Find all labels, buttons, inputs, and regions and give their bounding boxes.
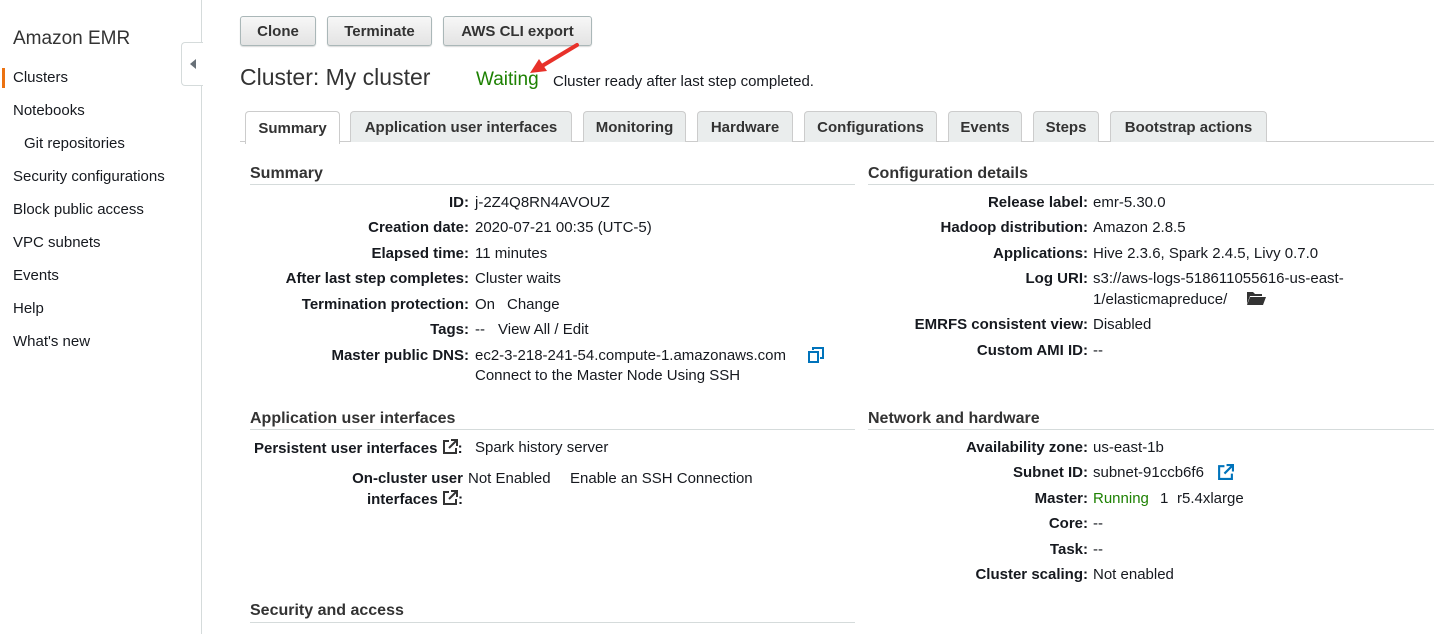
- on-cluster-ui-colon: :: [458, 491, 463, 508]
- sidebar-title: Amazon EMR: [13, 28, 131, 49]
- emrfs-label: EMRFS consistent view:: [914, 316, 1088, 333]
- hadoop-distribution-value: Amazon 2.8.5: [1093, 219, 1186, 236]
- on-cluster-ui-label-line1: On-cluster user: [352, 470, 463, 487]
- tab-monitoring[interactable]: Monitoring: [583, 111, 686, 142]
- release-label-value: emr-5.30.0: [1093, 194, 1166, 211]
- tab-steps[interactable]: Steps: [1033, 111, 1099, 142]
- app-ui-section-title: Application user interfaces: [250, 410, 456, 427]
- emrfs-value: Disabled: [1093, 316, 1152, 333]
- page-title: Cluster: My cluster: [240, 64, 431, 90]
- network-section-title: Network and hardware: [868, 410, 1040, 427]
- on-cluster-ui-label-line2: interfaces :: [367, 490, 463, 508]
- termination-protection-label: Termination protection:: [301, 296, 469, 313]
- elapsed-time: 11 minutes: [475, 245, 548, 262]
- sidebar-item-block-public-access[interactable]: Block public access: [13, 201, 144, 218]
- sidebar-item-git-repositories[interactable]: Git repositories: [24, 135, 125, 152]
- persistent-ui-label: Persistent user interfaces :: [254, 439, 463, 457]
- master-dns-value: ec2-3-218-241-54.compute-1.amazonaws.com: [475, 347, 786, 364]
- applications-label: Applications:: [992, 245, 1088, 262]
- task-label: Task:: [1049, 541, 1088, 558]
- cluster-scaling-label: Cluster scaling:: [975, 566, 1088, 583]
- configuration-section-title: Configuration details: [868, 165, 1028, 182]
- sidebar-item-notebooks[interactable]: Notebooks: [13, 102, 85, 119]
- release-label-label: Release label:: [987, 194, 1088, 211]
- subnet-id-link[interactable]: subnet-91ccb6f6: [1093, 464, 1204, 481]
- tags-label: Tags:: [430, 321, 469, 338]
- availability-zone-label: Availability zone:: [966, 439, 1088, 456]
- tab-events[interactable]: Events: [948, 111, 1022, 142]
- section-divider: [868, 429, 1434, 430]
- change-termination-link[interactable]: Change: [507, 296, 560, 313]
- sidebar-item-help[interactable]: Help: [13, 300, 44, 317]
- sidebar-collapse-button[interactable]: [181, 42, 203, 86]
- id-label: ID:: [449, 194, 469, 211]
- caret-left-icon: [189, 59, 196, 69]
- master-dns-label: Master public DNS:: [331, 347, 469, 364]
- log-uri-line2: 1/elasticmapreduce/: [1093, 291, 1228, 308]
- creation-date-label: Creation date:: [368, 219, 469, 236]
- after-last-step-value: Cluster waits: [475, 270, 561, 287]
- availability-zone-value: us-east-1b: [1093, 439, 1164, 456]
- section-divider: [250, 622, 855, 623]
- on-cluster-ui-value: Not Enabled: [468, 470, 551, 487]
- on-cluster-ui-label-text: interfaces: [366, 491, 438, 508]
- view-all-edit-tags-link[interactable]: View All / Edit: [498, 321, 589, 338]
- master-instance-type: r5.4xlarge: [1177, 490, 1244, 507]
- tab-hardware[interactable]: Hardware: [697, 111, 793, 142]
- sidebar-item-security-configurations[interactable]: Security configurations: [13, 168, 165, 185]
- tab-bootstrap-actions[interactable]: Bootstrap actions: [1110, 111, 1267, 142]
- tab-configurations[interactable]: Configurations: [804, 111, 937, 142]
- applications-value: Hive 2.3.6, Spark 2.4.5, Livy 0.7.0: [1093, 245, 1319, 262]
- connect-ssh-link[interactable]: Connect to the Master Node Using SSH: [475, 367, 740, 384]
- cluster-scaling-value: Not enabled: [1093, 566, 1174, 583]
- active-indicator: [2, 68, 5, 88]
- tab-summary[interactable]: Summary: [245, 111, 340, 144]
- tab-application-user-interfaces[interactable]: Application user interfaces: [350, 111, 572, 142]
- status-description: Cluster ready after last step completed.: [553, 73, 814, 90]
- persistent-ui-colon: :: [457, 440, 463, 457]
- sidebar-item-clusters[interactable]: Clusters: [13, 69, 68, 86]
- copy-icon[interactable]: [808, 347, 824, 363]
- sidebar-item-whats-new[interactable]: What's new: [13, 333, 90, 350]
- core-value: --: [1093, 515, 1103, 532]
- custom-ami-value: --: [1093, 342, 1103, 359]
- security-section-title: Security and access: [250, 602, 404, 619]
- external-link-icon[interactable]: [1217, 464, 1234, 481]
- tags-value: --: [475, 321, 485, 338]
- terminate-button[interactable]: Terminate: [327, 16, 432, 46]
- sidebar-item-events[interactable]: Events: [13, 267, 59, 284]
- sidebar-item-vpc-subnets[interactable]: VPC subnets: [13, 234, 101, 251]
- enable-ssh-connection-link[interactable]: Enable an SSH Connection: [570, 470, 753, 487]
- hadoop-distribution-label: Hadoop distribution:: [940, 219, 1088, 236]
- external-link-icon: [443, 490, 458, 505]
- master-status: Running: [1093, 490, 1149, 507]
- master-label: Master:: [1034, 490, 1088, 507]
- elapsed-time-label: Elapsed time:: [371, 245, 469, 262]
- external-link-icon: [442, 439, 458, 454]
- cluster-id: j-2Z4Q8RN4AVOUZ: [475, 194, 610, 211]
- spark-history-server-link[interactable]: Spark history server: [475, 439, 608, 456]
- after-last-step-label: After last step completes:: [285, 270, 469, 287]
- log-uri-line1: s3://aws-logs-518611055616-us-east-: [1093, 270, 1344, 287]
- master-count: 1: [1160, 490, 1169, 507]
- termination-protection-value: On: [475, 296, 496, 313]
- section-divider: [868, 184, 1434, 185]
- sidebar: Amazon EMR Clusters Notebooks Git reposi…: [0, 0, 202, 634]
- clone-button[interactable]: Clone: [240, 16, 316, 46]
- custom-ami-label: Custom AMI ID:: [976, 342, 1088, 359]
- annotation-arrow-icon: [530, 43, 579, 73]
- core-label: Core:: [1048, 515, 1088, 532]
- task-value: --: [1093, 541, 1103, 558]
- summary-section-title: Summary: [250, 165, 323, 182]
- section-divider: [250, 429, 855, 430]
- creation-date: 2020-07-21 00:35 (UTC-5): [475, 219, 652, 236]
- log-uri-label: Log URI:: [1025, 270, 1088, 287]
- persistent-ui-label-text: Persistent user interfaces: [254, 440, 438, 457]
- folder-open-icon[interactable]: [1246, 291, 1267, 306]
- subnet-id-label: Subnet ID:: [1013, 464, 1088, 481]
- section-divider: [250, 184, 855, 185]
